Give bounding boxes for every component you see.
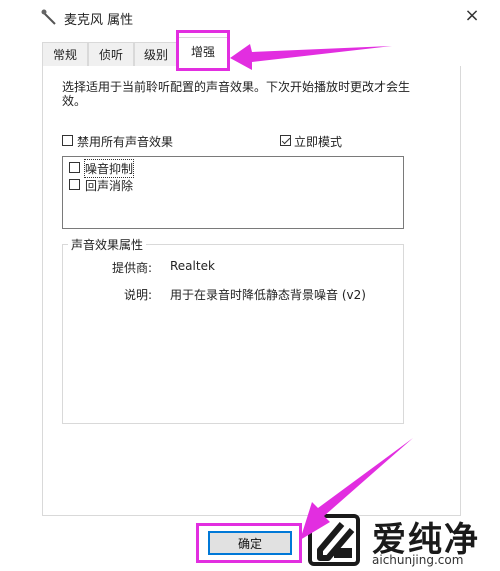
tab-levels[interactable]: 级别 xyxy=(134,42,178,66)
tab-listen[interactable]: 侦听 xyxy=(88,42,134,66)
disable-all-label: 禁用所有声音效果 xyxy=(77,135,174,149)
disable-all-checkbox[interactable] xyxy=(62,135,73,146)
tab-general[interactable]: 常规 xyxy=(42,42,88,66)
ok-button[interactable]: 确定 xyxy=(208,531,292,555)
description-value: 用于在录音时降低静态背景噪音 (v2) xyxy=(170,288,366,302)
watermark-logo-icon xyxy=(308,514,360,566)
description-label: 说明: xyxy=(123,288,152,302)
provider-value: Realtek xyxy=(170,259,215,273)
effect-properties-title: 声音效果属性 xyxy=(68,236,147,253)
immediate-mode-checkbox[interactable] xyxy=(280,135,291,146)
echo-cancellation-label[interactable]: 回声消除 xyxy=(85,177,133,194)
provider-label: 提供商: xyxy=(111,261,152,275)
noise-suppression-label[interactable]: 噪音抑制 xyxy=(83,159,135,178)
tab-annotation-box xyxy=(176,30,230,71)
window-title: 麦克风 属性 xyxy=(64,13,134,28)
close-button[interactable]: × xyxy=(462,6,482,26)
echo-cancellation-checkbox[interactable] xyxy=(69,179,80,190)
microphone-icon xyxy=(41,9,56,25)
noise-suppression-checkbox[interactable] xyxy=(69,162,80,173)
enhancement-description: 选择适用于当前聆听配置的声音效果。下次开始播放时更改才会生效。 xyxy=(62,80,411,108)
immediate-mode-label: 立即模式 xyxy=(294,135,343,149)
watermark-url: aichunjing.com xyxy=(372,553,464,567)
